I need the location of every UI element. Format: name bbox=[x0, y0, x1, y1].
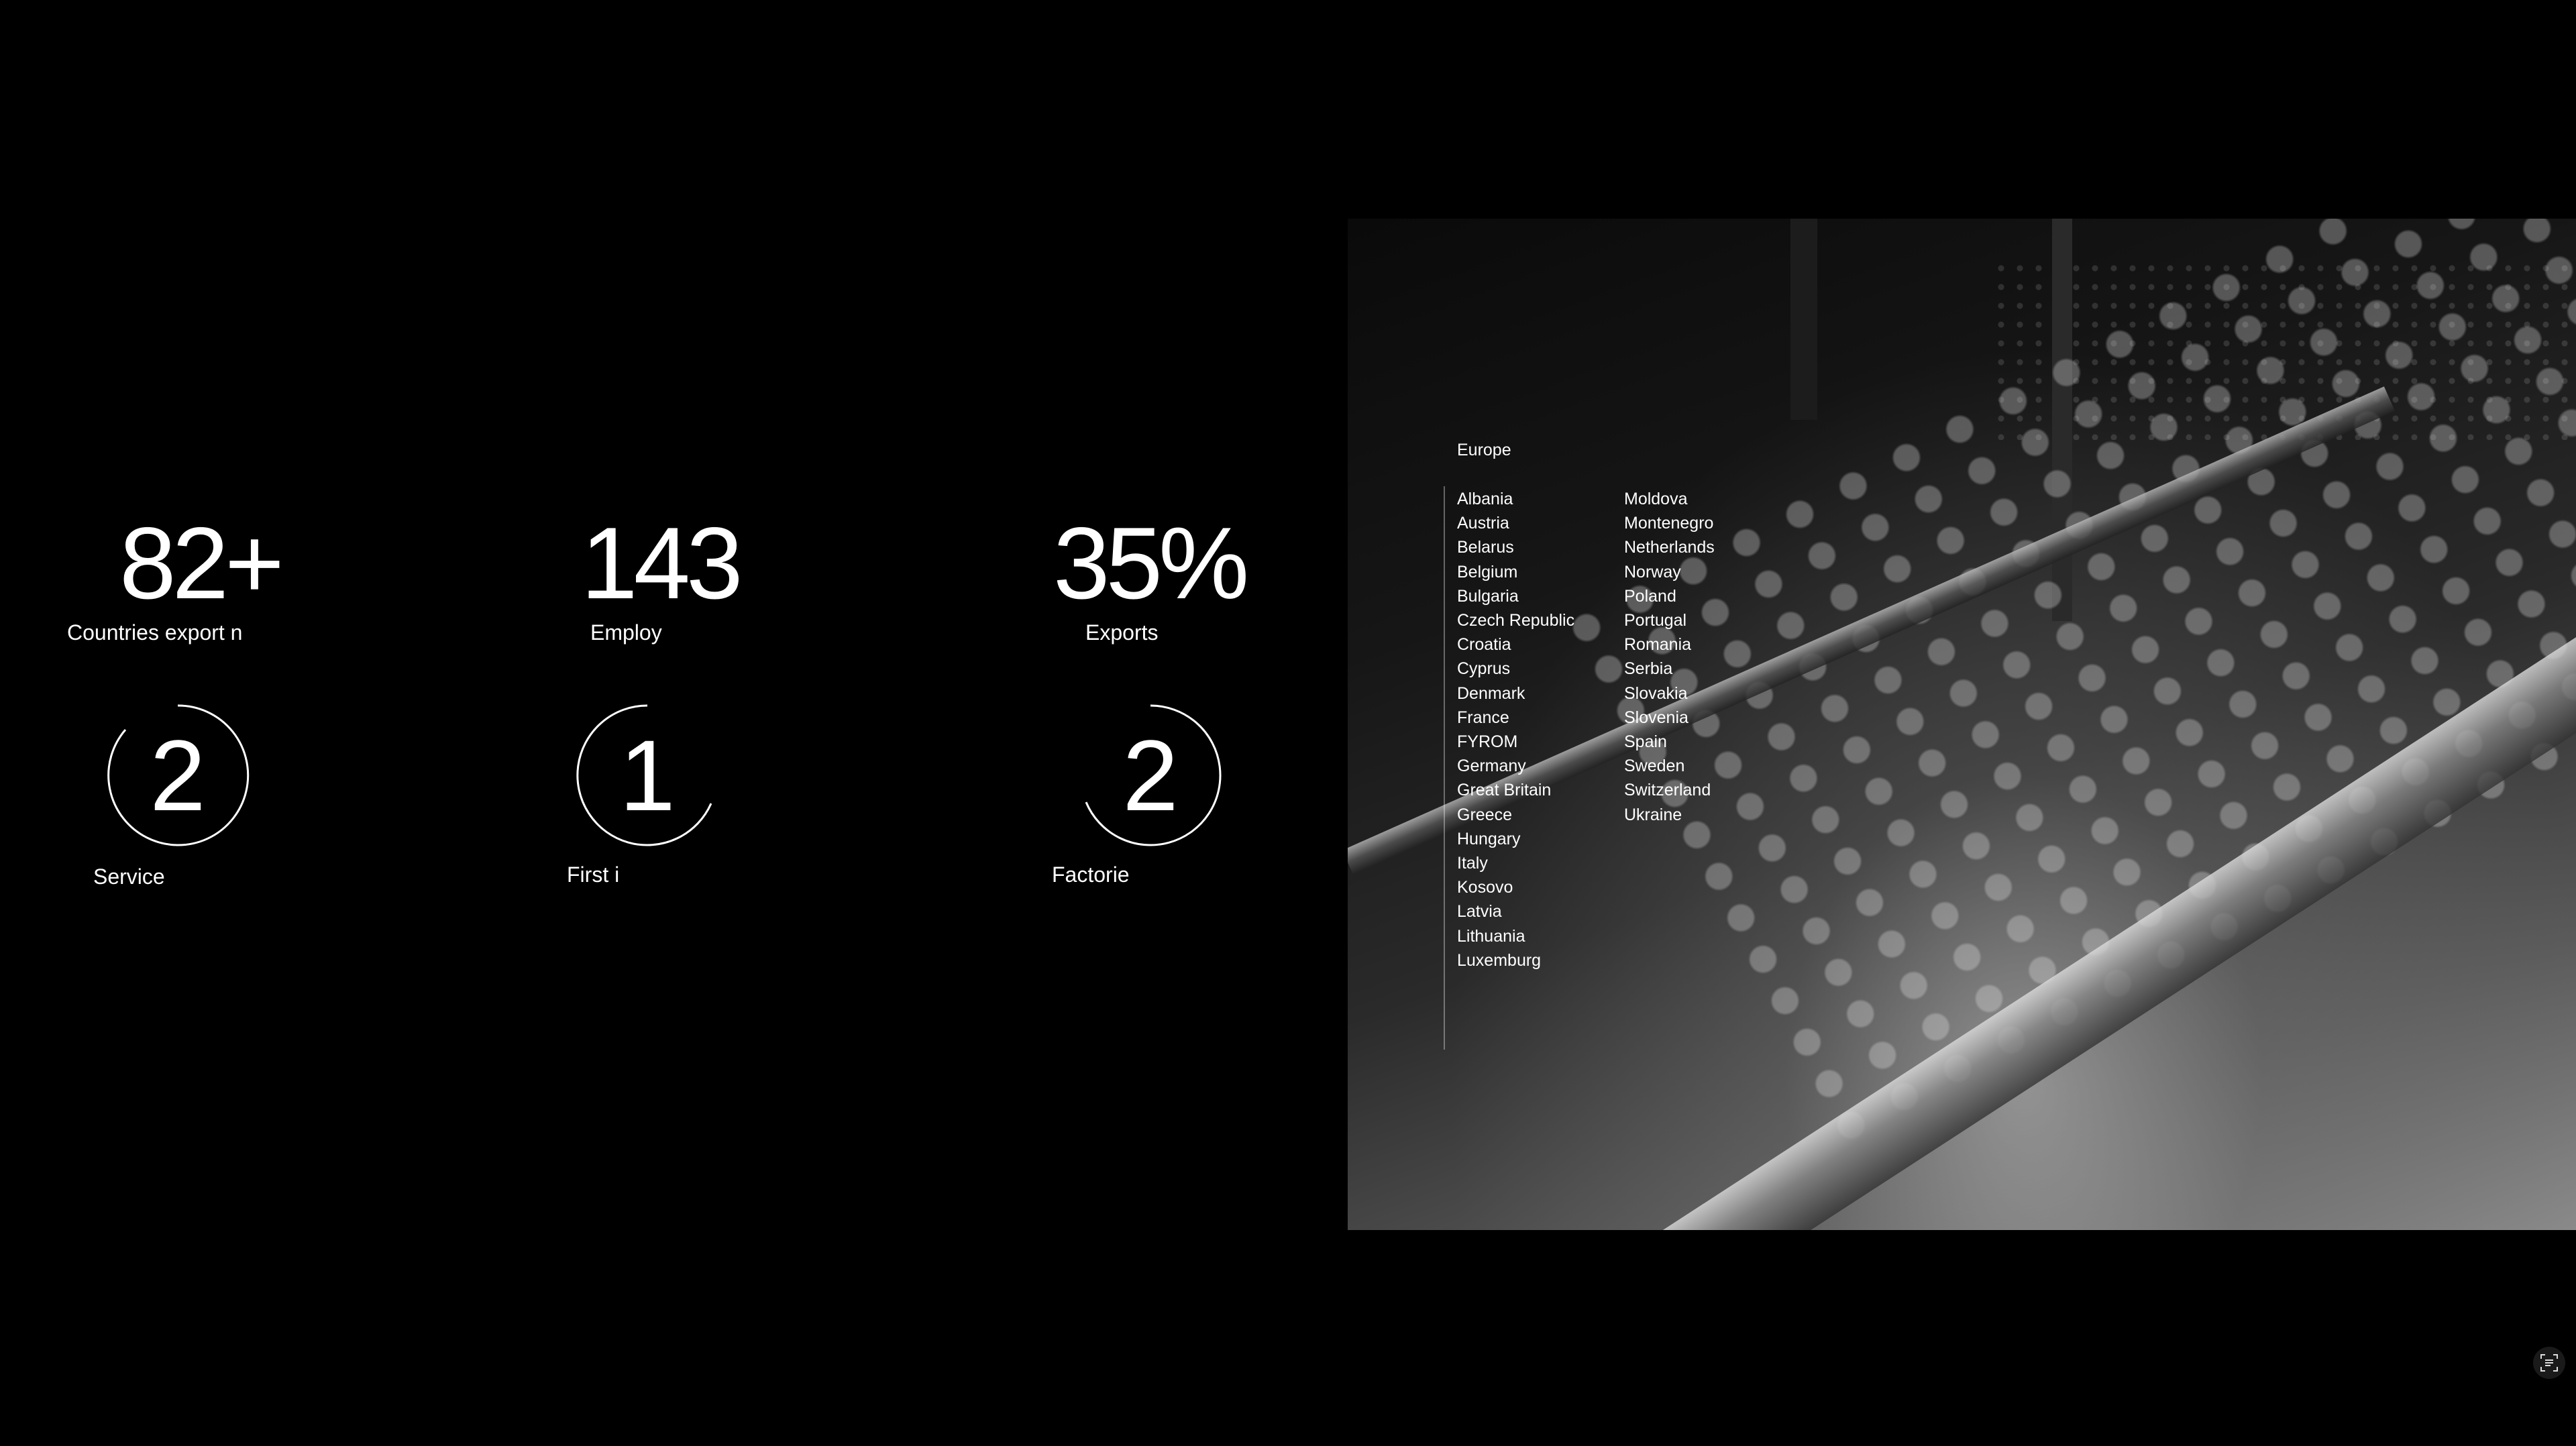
list-item: Germany bbox=[1457, 757, 1526, 776]
list-item: Sweden bbox=[1624, 757, 1685, 776]
stat-exports-label: Exports bbox=[1085, 620, 1159, 645]
list-item: Cyprus bbox=[1457, 659, 1511, 679]
list-item: Austria bbox=[1457, 514, 1509, 533]
list-item: Hungary bbox=[1457, 829, 1521, 848]
scan-text-icon-glyph bbox=[2540, 1354, 2558, 1372]
stat-countries-label: Countries export n bbox=[67, 620, 243, 645]
circle-stat-factories: 2 bbox=[1077, 702, 1224, 849]
list-item: Denmark bbox=[1457, 683, 1525, 703]
list-item: Latvia bbox=[1457, 902, 1502, 922]
list-item: Switzerland bbox=[1624, 781, 1711, 800]
circle-stat-first-label: First i bbox=[567, 863, 620, 887]
circle-stat-factories-label: Factorie bbox=[1052, 863, 1130, 887]
stat-exports-value: 35% bbox=[1053, 506, 1249, 620]
circle-stat-factories-value: 2 bbox=[1122, 719, 1179, 832]
circle-stat-service: 2 bbox=[104, 702, 252, 849]
list-item: Poland bbox=[1624, 586, 1676, 606]
list-item: Kosovo bbox=[1457, 878, 1513, 897]
list-item: Moldova bbox=[1624, 490, 1688, 508]
region-title: Europe bbox=[1457, 441, 1511, 459]
list-item: Belgium bbox=[1457, 562, 1518, 581]
circle-stat-first-value: 1 bbox=[619, 719, 676, 832]
list-divider bbox=[1444, 486, 1445, 1050]
list-item: Ukraine bbox=[1624, 805, 1682, 824]
list-item: Great Britain bbox=[1457, 781, 1552, 800]
list-item: Luxemburg bbox=[1457, 950, 1542, 970]
list-item: Norway bbox=[1624, 562, 1681, 581]
list-item: Montenegro bbox=[1624, 514, 1714, 533]
list-item: France bbox=[1457, 708, 1509, 727]
list-item: Spain bbox=[1624, 732, 1667, 752]
list-item: Croatia bbox=[1457, 635, 1511, 655]
country-list-right: Moldova Montenegro Netherlands Norway Po… bbox=[1624, 487, 1715, 827]
country-list-left: Albania Austria Belarus Belgium Bulgaria… bbox=[1457, 487, 1574, 972]
list-item: Slovenia bbox=[1624, 708, 1688, 727]
scan-text-icon[interactable] bbox=[2533, 1347, 2565, 1379]
list-item: Greece bbox=[1457, 805, 1512, 824]
list-item: Belarus bbox=[1457, 538, 1514, 557]
list-item: Netherlands bbox=[1624, 538, 1715, 557]
circle-stat-first: 1 bbox=[574, 702, 721, 849]
stat-employees-label: Employ bbox=[590, 620, 662, 645]
list-item: Portugal bbox=[1624, 611, 1687, 630]
stat-employees-value: 143 bbox=[581, 506, 743, 620]
list-item: Romania bbox=[1624, 635, 1692, 655]
list-item: Lithuania bbox=[1457, 926, 1525, 946]
stat-countries-value: 82+ bbox=[119, 506, 284, 620]
circle-stat-service-value: 2 bbox=[150, 719, 206, 832]
list-item: Bulgaria bbox=[1457, 586, 1519, 606]
list-item: Albania bbox=[1457, 490, 1513, 508]
frame-bar-decoration bbox=[1790, 219, 1817, 420]
list-item: Slovakia bbox=[1624, 683, 1688, 703]
list-item: FYROM bbox=[1457, 732, 1518, 752]
list-item: Italy bbox=[1457, 854, 1488, 873]
list-item: Czech Republic bbox=[1457, 611, 1575, 630]
list-item: Serbia bbox=[1624, 659, 1673, 679]
circle-stat-service-label: Service bbox=[93, 865, 165, 889]
